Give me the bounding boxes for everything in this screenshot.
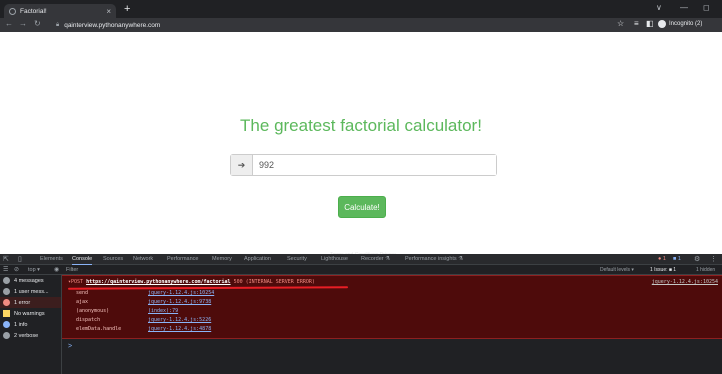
console-filter-bar: ☰ ⊘ top ▾ ◉ Filter Default levels ▾ 1 Is… xyxy=(0,265,722,275)
inspect-icon[interactable]: ⇱ xyxy=(3,255,9,263)
issue-count-badge[interactable]: ■ 1 xyxy=(673,256,681,262)
bug-icon xyxy=(3,332,10,339)
arrow-icon: ➔ xyxy=(231,155,253,175)
error-status: 500 (INTERNAL SERVER ERROR) xyxy=(233,279,315,285)
stack-frame: ajax jquery-1.12.4.js:9738 xyxy=(76,299,212,307)
tab-performance[interactable]: Performance xyxy=(167,256,199,262)
tab-application[interactable]: Application xyxy=(244,256,271,262)
sidebar-toggle-icon[interactable]: ☰ xyxy=(3,266,8,273)
tab-security[interactable]: Security xyxy=(287,256,307,262)
page-title: The greatest factorial calculator! xyxy=(240,116,482,135)
maximize-icon[interactable]: ◻ xyxy=(703,3,710,12)
devtools-panel: ⇱ ▯ Elements Console Sources Network Per… xyxy=(0,254,722,374)
issues-counter[interactable]: 1 Issue: ■ 1 xyxy=(650,267,676,273)
stack-frame-link[interactable]: jquery-1.12.4.js:9738 xyxy=(148,299,211,307)
bookmark-star-icon[interactable]: ☆ xyxy=(617,19,624,28)
console-prompt[interactable]: > xyxy=(68,343,72,350)
sidebar-item-user-messages[interactable]: 1 user mess... xyxy=(0,286,61,297)
list-icon xyxy=(3,277,10,284)
stack-frame: dispatch jquery-1.12.4.js:5226 xyxy=(76,317,212,325)
error-icon xyxy=(3,299,10,306)
expand-arrow-icon[interactable]: ▾POST xyxy=(68,279,83,285)
hidden-count: 1 hidden xyxy=(696,267,716,273)
tab-memory[interactable]: Memory xyxy=(212,256,232,262)
stack-frame-link[interactable]: jquery-1.12.4.js:5226 xyxy=(148,317,211,325)
gear-icon[interactable]: ⚙ xyxy=(694,255,700,263)
error-count-badge[interactable]: ● 1 xyxy=(658,256,666,262)
lock-icon: 🔒︎ xyxy=(56,21,60,28)
tab-performance-insights[interactable]: Performance insights ⚗ xyxy=(405,256,463,262)
number-input-group: ➔ xyxy=(230,154,497,176)
device-toolbar-icon[interactable]: ▯ xyxy=(18,255,22,263)
incognito-profile[interactable]: Incognito (2) xyxy=(658,20,702,28)
close-tab-icon[interactable]: × xyxy=(106,7,111,16)
forward-icon[interactable]: → xyxy=(19,19,27,28)
number-input[interactable] xyxy=(253,155,496,175)
reading-list-icon[interactable]: ≡ xyxy=(634,19,639,28)
globe-icon xyxy=(9,7,16,15)
url-text: qainterview.pythonanywhere.com xyxy=(64,21,161,29)
stack-frame: send jquery-1.12.4.js:10254 xyxy=(76,290,215,298)
reload-icon[interactable]: ↻ xyxy=(34,19,41,28)
error-line[interactable]: ▾POST https://qainterview.pythonanywhere… xyxy=(68,279,315,285)
error-url-link[interactable]: https://qainterview.pythonanywhere.com/f… xyxy=(86,279,231,285)
eye-icon[interactable]: ◉ xyxy=(54,266,59,273)
console-sidebar: 4 messages 1 user mess... 1 error No war… xyxy=(0,275,62,374)
stack-frame-link[interactable]: jquery-1.12.4.js:10254 xyxy=(148,290,214,298)
clear-console-icon[interactable]: ⊘ xyxy=(14,266,19,273)
stack-frame-link[interactable]: (index):79 xyxy=(148,308,178,316)
stack-frame-link[interactable]: jquery-1.12.4.js:4878 xyxy=(148,326,211,334)
sidebar-item-warnings[interactable]: No warnings xyxy=(0,308,61,319)
tab-title: Factorial! xyxy=(20,7,47,15)
side-panel-icon[interactable]: ◧ xyxy=(646,19,654,28)
incognito-icon xyxy=(658,20,666,28)
sidebar-item-info[interactable]: 1 info xyxy=(0,319,61,330)
filter-input[interactable]: Filter xyxy=(66,267,78,273)
user-icon xyxy=(3,288,10,295)
console-output: ▾POST https://qainterview.pythonanywhere… xyxy=(62,275,722,374)
incognito-label: Incognito (2) xyxy=(669,21,703,27)
tab-strip: Factorial! × + ∨ — ◻ xyxy=(0,0,722,18)
sidebar-item-messages[interactable]: 4 messages xyxy=(0,275,61,286)
tab-sources[interactable]: Sources xyxy=(103,256,123,262)
page-content: The greatest factorial calculator! ➔ Cal… xyxy=(0,32,722,258)
sidebar-item-errors[interactable]: 1 error xyxy=(0,297,61,308)
sidebar-item-verbose[interactable]: 2 verbose xyxy=(0,330,61,341)
browser-toolbar: ← → ↻ 🔒︎ qainterview.pythonanywhere.com … xyxy=(0,18,722,32)
more-options-icon[interactable]: ⋮ xyxy=(710,255,717,263)
log-levels-dropdown[interactable]: Default levels ▾ xyxy=(600,267,634,273)
stack-frame: elemData.handle jquery-1.12.4.js:4878 xyxy=(76,326,212,334)
devtools-tabs: ⇱ ▯ Elements Console Sources Network Per… xyxy=(0,254,722,265)
tab-recorder[interactable]: Recorder ⚗ xyxy=(361,256,390,262)
stack-frame: (anonymous) (index):79 xyxy=(76,308,179,316)
info-icon xyxy=(3,321,10,328)
warning-icon xyxy=(3,310,10,317)
context-selector[interactable]: top ▾ xyxy=(28,267,40,273)
back-icon[interactable]: ← xyxy=(5,19,13,28)
tab-search-icon[interactable]: ∨ xyxy=(656,3,662,12)
tab-console[interactable]: Console xyxy=(72,256,93,265)
tab-network[interactable]: Network xyxy=(133,256,153,262)
address-bar[interactable]: 🔒︎ qainterview.pythonanywhere.com xyxy=(56,20,596,30)
minimize-icon[interactable]: — xyxy=(680,3,688,12)
browser-tab[interactable]: Factorial! × xyxy=(4,4,116,18)
calculate-button[interactable]: Calculate! xyxy=(338,196,386,218)
tab-lighthouse[interactable]: Lighthouse xyxy=(321,256,348,262)
error-source-link[interactable]: jquery-1.12.4.js:10254 xyxy=(652,279,718,285)
error-message: ▾POST https://qainterview.pythonanywhere… xyxy=(62,275,722,339)
new-tab-button[interactable]: + xyxy=(124,3,130,15)
tab-elements[interactable]: Elements xyxy=(40,256,63,262)
